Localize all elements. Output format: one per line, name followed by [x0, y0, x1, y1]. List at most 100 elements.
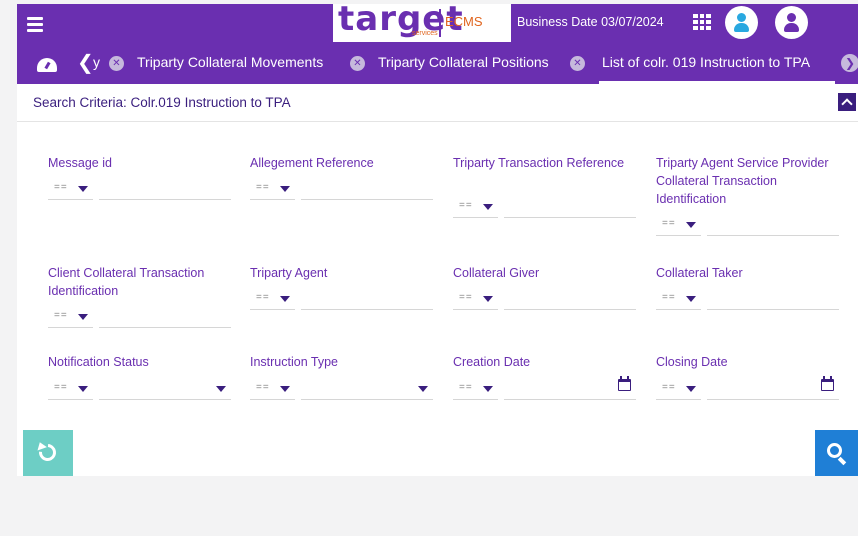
- dashboard-icon[interactable]: [37, 58, 57, 72]
- tab-bar: ❮ y ✕ Triparty Collateral Movements ✕ Tr…: [17, 44, 858, 84]
- field-instruction-type: Instruction Type ==: [250, 353, 434, 400]
- field-control: ==: [453, 286, 636, 310]
- field-control: ==: [48, 376, 231, 400]
- calendar-icon[interactable]: [821, 376, 834, 391]
- collateral-giver-input[interactable]: [504, 286, 636, 310]
- apps-grid-icon[interactable]: [693, 14, 711, 30]
- chevron-down-icon: [78, 186, 88, 192]
- operator-select[interactable]: ==: [656, 376, 701, 400]
- operator-select[interactable]: ==: [250, 376, 295, 400]
- tab-partial[interactable]: y: [93, 54, 100, 70]
- client-collateral-transaction-id-input[interactable]: [99, 304, 231, 328]
- search-criteria-header: Search Criteria: Colr.019 Instruction to…: [17, 84, 858, 122]
- close-icon[interactable]: ✕: [109, 56, 124, 71]
- closing-date-input[interactable]: [707, 376, 839, 400]
- field-triparty-agent: Triparty Agent ==: [250, 264, 434, 310]
- chevron-down-icon: [280, 186, 290, 192]
- field-label: Message id: [48, 156, 112, 170]
- chevron-down-icon: [78, 386, 88, 392]
- operator-value: ==: [54, 382, 68, 393]
- operator-select[interactable]: ==: [250, 176, 295, 200]
- menu-icon[interactable]: [27, 17, 43, 32]
- tpa-service-provider-id-input[interactable]: [707, 212, 839, 236]
- operator-select[interactable]: ==: [453, 286, 498, 310]
- chevron-down-icon: [483, 386, 493, 392]
- field-message-id: Message id ==: [48, 154, 232, 200]
- field-label: Closing Date: [656, 355, 728, 369]
- chevron-down-icon: [686, 222, 696, 228]
- message-id-input[interactable]: [99, 176, 231, 200]
- field-control: ==: [250, 176, 433, 200]
- triparty-transaction-reference-input[interactable]: [504, 194, 636, 218]
- field-label: Triparty Transaction Reference: [453, 156, 625, 170]
- operator-value: ==: [54, 182, 68, 193]
- field-collateral-giver: Collateral Giver ==: [453, 264, 637, 310]
- field-label: Client Collateral Transaction Identifica…: [48, 266, 205, 298]
- operator-value: ==: [256, 182, 270, 193]
- chevron-left-icon[interactable]: ❮: [77, 50, 94, 75]
- operator-value: ==: [662, 292, 676, 303]
- field-creation-date: Creation Date ==: [453, 353, 637, 400]
- field-allegement-reference: Allegement Reference ==: [250, 154, 434, 200]
- operator-select[interactable]: ==: [453, 194, 498, 218]
- operator-select[interactable]: ==: [656, 286, 701, 310]
- operator-select[interactable]: ==: [453, 376, 498, 400]
- tab-list-of-colr019[interactable]: List of colr. 019 Instruction to TPA: [602, 54, 810, 70]
- operator-value: ==: [459, 292, 473, 303]
- chevron-down-icon: [418, 386, 428, 392]
- reset-button[interactable]: [23, 430, 73, 476]
- chevron-down-icon: [483, 296, 493, 302]
- field-closing-date: Closing Date ==: [656, 353, 840, 400]
- target-logo: target services ECMS: [333, 0, 511, 42]
- operator-select[interactable]: ==: [48, 176, 93, 200]
- field-label: Instruction Type: [250, 355, 339, 369]
- chevron-down-icon: [280, 296, 290, 302]
- notification-status-select[interactable]: [99, 376, 231, 400]
- field-tpa-service-provider-id: Triparty Agent Service Provider Collater…: [656, 154, 840, 236]
- operator-select[interactable]: ==: [250, 286, 295, 310]
- top-bar: target services ECMS Business Date 03/07…: [17, 0, 858, 44]
- operator-select[interactable]: ==: [48, 304, 93, 328]
- search-criteria-title: Search Criteria: Colr.019 Instruction to…: [33, 95, 291, 110]
- field-control: ==: [656, 286, 839, 310]
- field-triparty-transaction-reference: Triparty Transaction Reference ==: [453, 154, 637, 218]
- field-control: ==: [48, 176, 231, 200]
- operator-value: ==: [54, 310, 68, 321]
- chevron-down-icon: [280, 386, 290, 392]
- field-label: Triparty Agent: [250, 266, 328, 280]
- operator-select[interactable]: ==: [48, 376, 93, 400]
- field-label: Notification Status: [48, 355, 149, 369]
- close-icon[interactable]: ✕: [350, 56, 365, 71]
- creation-date-input[interactable]: [504, 376, 636, 400]
- field-label: Creation Date: [453, 355, 531, 369]
- field-control: ==: [250, 376, 433, 400]
- operator-value: ==: [459, 200, 473, 211]
- field-control: ==: [656, 376, 839, 400]
- field-control: ==: [250, 286, 433, 310]
- instruction-type-select[interactable]: [301, 376, 433, 400]
- search-button[interactable]: [815, 430, 858, 476]
- chevron-down-icon: [483, 204, 493, 210]
- logo-divider: [439, 9, 441, 37]
- field-label: Collateral Taker: [656, 266, 743, 280]
- operator-value: ==: [662, 218, 676, 229]
- tab-triparty-collateral-positions[interactable]: Triparty Collateral Positions: [378, 54, 549, 70]
- close-icon[interactable]: ✕: [570, 56, 585, 71]
- collateral-taker-input[interactable]: [707, 286, 839, 310]
- calendar-icon[interactable]: [618, 376, 631, 391]
- field-label: Allegement Reference: [250, 156, 374, 170]
- allegement-reference-input[interactable]: [301, 176, 433, 200]
- triparty-agent-input[interactable]: [301, 286, 433, 310]
- field-notification-status: Notification Status ==: [48, 353, 232, 400]
- operator-value: ==: [459, 382, 473, 393]
- field-control: ==: [453, 376, 636, 400]
- field-control: ==: [453, 194, 636, 218]
- collapse-icon[interactable]: [838, 93, 856, 111]
- chevron-right-icon[interactable]: ❯: [841, 54, 858, 72]
- tab-triparty-collateral-movements[interactable]: Triparty Collateral Movements: [137, 54, 323, 70]
- user-icon[interactable]: [725, 6, 758, 39]
- business-date: Business Date 03/07/2024: [517, 15, 664, 29]
- operator-select[interactable]: ==: [656, 212, 701, 236]
- chevron-down-icon: [78, 314, 88, 320]
- profile-icon[interactable]: [775, 6, 808, 39]
